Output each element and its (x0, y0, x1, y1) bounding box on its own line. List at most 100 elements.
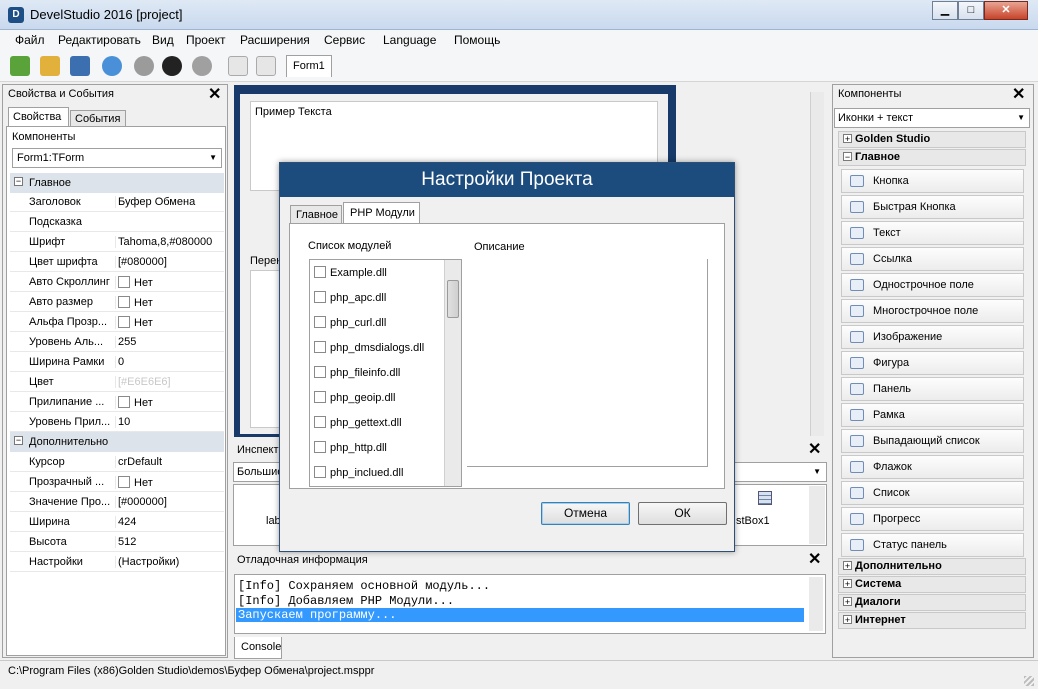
component-item[interactable]: Кнопка (841, 169, 1024, 193)
property-row[interactable]: Курсор crDefault (10, 452, 224, 472)
component-item[interactable]: Однострочное поле (841, 273, 1024, 297)
designer-label-2[interactable]: Перен (250, 255, 282, 267)
prop-group-main[interactable]: − Главное (10, 173, 224, 193)
collapse-icon[interactable]: − (843, 152, 852, 162)
debug-scrollbar[interactable] (809, 577, 823, 631)
property-row[interactable]: Авто размер Нет (10, 292, 224, 312)
expand-icon[interactable]: + (843, 134, 852, 144)
delete-form-icon[interactable] (256, 56, 276, 76)
property-row[interactable]: Цвет шрифта [#080000] (10, 252, 224, 272)
tab-properties[interactable]: Свойства (8, 107, 69, 127)
module-checkbox[interactable] (314, 316, 326, 328)
tab-events[interactable]: События (70, 110, 126, 127)
expand-icon[interactable]: + (843, 561, 852, 571)
expand-icon[interactable]: + (843, 597, 852, 607)
module-item[interactable]: php_geoip.dll (314, 391, 395, 416)
debug-bug-icon[interactable] (162, 56, 182, 76)
component-select[interactable]: Form1:TForm ▼ (12, 148, 222, 168)
component-item[interactable]: Выпадающий список (841, 429, 1024, 453)
property-value[interactable]: Нет (115, 296, 223, 309)
property-value[interactable]: 255 (115, 336, 223, 348)
new-icon[interactable] (10, 56, 30, 76)
property-row[interactable]: Настройки (Настройки) (10, 552, 224, 572)
menu-file[interactable]: Файл (15, 33, 45, 47)
property-row[interactable]: Уровень Аль... 255 (10, 332, 224, 352)
component-item[interactable]: Изображение (841, 325, 1024, 349)
debug-close-icon[interactable]: ✕ (808, 552, 821, 568)
property-row[interactable]: Уровень Прил... 10 (10, 412, 224, 432)
run-icon[interactable] (192, 56, 212, 76)
collapse-icon[interactable]: − (14, 177, 23, 186)
property-value[interactable]: Нет (115, 316, 223, 329)
property-row[interactable]: Ширина 424 (10, 512, 224, 532)
checkbox[interactable] (118, 316, 130, 328)
checkbox[interactable] (118, 476, 130, 488)
property-row[interactable]: Прилипание ... Нет (10, 392, 224, 412)
property-value[interactable]: crDefault (115, 456, 223, 468)
module-checkbox[interactable] (314, 291, 326, 303)
module-item[interactable]: php_curl.dll (314, 316, 386, 341)
ok-button[interactable]: ОК (638, 502, 727, 525)
module-checkbox[interactable] (314, 366, 326, 378)
component-item[interactable]: Рамка (841, 403, 1024, 427)
dialog-tab-php-modules[interactable]: PHP Модули (343, 202, 420, 224)
checkbox[interactable] (118, 396, 130, 408)
component-item[interactable]: Многострочное поле (841, 299, 1024, 323)
comp-group-internet[interactable]: + Интернет (838, 612, 1026, 629)
property-value[interactable]: 424 (115, 516, 223, 528)
property-value[interactable]: 0 (115, 356, 223, 368)
comp-group-main[interactable]: − Главное (838, 149, 1026, 166)
module-item[interactable]: php_gettext.dll (314, 416, 402, 441)
tab-form1[interactable]: Form1 (286, 55, 332, 77)
resize-grip-icon[interactable] (1024, 676, 1034, 686)
debug-log[interactable]: [Info] Сохраняем основной модуль... [Inf… (234, 574, 826, 634)
expand-icon[interactable]: + (843, 615, 852, 625)
checkbox[interactable] (118, 276, 130, 288)
modules-list[interactable]: Example.dll php_apc.dll php_curl.dll php_dm… (309, 259, 462, 487)
module-item[interactable]: php_inclued.dll (314, 466, 403, 486)
component-item[interactable]: Текст (841, 221, 1024, 245)
module-checkbox[interactable] (314, 441, 326, 453)
property-row[interactable]: Ширина Рамки 0 (10, 352, 224, 372)
designer-scrollbar[interactable] (810, 92, 824, 436)
scroll-thumb[interactable] (447, 280, 459, 318)
menu-view[interactable]: Вид (152, 33, 174, 47)
component-item[interactable]: Панель (841, 377, 1024, 401)
module-checkbox[interactable] (314, 466, 326, 478)
property-row[interactable]: Подсказка (10, 212, 224, 232)
component-item[interactable]: Флажок (841, 455, 1024, 479)
component-item[interactable]: Статус панель (841, 533, 1024, 557)
menu-extensions[interactable]: Расширения (240, 33, 310, 47)
collapse-icon[interactable]: − (14, 436, 23, 445)
property-value[interactable]: 512 (115, 536, 223, 548)
menu-project[interactable]: Проект (186, 33, 226, 47)
property-value[interactable]: [#E6E6E6] (115, 376, 223, 388)
expand-icon[interactable]: + (843, 579, 852, 589)
property-value[interactable]: [#080000] (115, 256, 223, 268)
property-value[interactable]: Tahoma,8,#080000 (115, 236, 223, 248)
property-value[interactable]: (Настройки) (115, 556, 223, 568)
property-row[interactable]: Шрифт Tahoma,8,#080000 (10, 232, 224, 252)
close-button[interactable]: ✕ (984, 1, 1028, 20)
tab-console[interactable]: Console (234, 637, 282, 659)
module-checkbox[interactable] (314, 266, 326, 278)
module-item[interactable]: php_fileinfo.dll (314, 366, 400, 391)
prop-group-extra[interactable]: − Дополнительно (10, 432, 224, 452)
module-item[interactable]: php_dmsdialogs.dll (314, 341, 424, 366)
comp-group-extra[interactable]: + Дополнительно (838, 558, 1026, 575)
components-view-select[interactable]: Иконки + текст ▼ (834, 108, 1030, 128)
module-checkbox[interactable] (314, 341, 326, 353)
menu-help[interactable]: Помощь (454, 33, 500, 47)
component-item[interactable]: Быстрая Кнопка (841, 195, 1024, 219)
inspector-scrollbar[interactable] (809, 486, 825, 544)
property-row[interactable]: Цвет [#E6E6E6] (10, 372, 224, 392)
module-checkbox[interactable] (314, 416, 326, 428)
inspector-item-listbox[interactable]: stBox1 (736, 515, 770, 527)
property-row[interactable]: Авто Скроллинг Нет (10, 272, 224, 292)
property-row[interactable]: Альфа Прозр... Нет (10, 312, 224, 332)
component-item[interactable]: Ссылка (841, 247, 1024, 271)
module-item[interactable]: php_http.dll (314, 441, 387, 466)
cancel-button[interactable]: Отмена (541, 502, 630, 525)
comp-group-dialogs[interactable]: + Диалоги (838, 594, 1026, 611)
property-row[interactable]: Заголовок Буфер Обмена (10, 192, 224, 212)
